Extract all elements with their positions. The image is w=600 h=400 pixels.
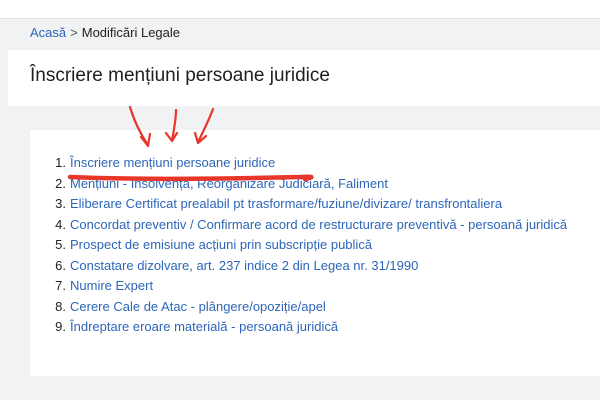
list-item: 6. Constatare dizolvare, art. 237 indice … xyxy=(52,256,567,277)
item-number: 6. xyxy=(55,257,66,273)
menu-link[interactable]: Concordat preventiv / Confirmare acord d… xyxy=(70,217,567,232)
breadcrumb-separator: > xyxy=(70,25,78,40)
menu-link[interactable]: Eliberare Certificat prealabil pt trasfo… xyxy=(70,196,502,211)
breadcrumb-home-link[interactable]: Acasă xyxy=(30,25,66,40)
menu-link[interactable]: Îndreptare eroare materială - persoană j… xyxy=(70,319,338,334)
menu-link[interactable]: Constatare dizolvare, art. 237 indice 2 … xyxy=(70,258,418,273)
item-number: 2. xyxy=(55,175,66,191)
menu-link[interactable]: Numire Expert xyxy=(70,278,153,293)
list-item: 5. Prospect de emisiune acțiuni prin subs… xyxy=(52,235,567,256)
list-item: 1. Înscriere mențiuni persoane juridice xyxy=(52,153,567,174)
item-number: 7. xyxy=(55,278,66,293)
list-item: 4. Concordat preventiv / Confirmare acord… xyxy=(52,215,567,236)
item-number: 3. xyxy=(55,196,66,211)
breadcrumb: Acasă > Modificări Legale xyxy=(30,25,180,40)
menu-link[interactable]: Prospect de emisiune acțiuni prin subscr… xyxy=(70,237,372,252)
list-item: 8. Cerere Cale de Atac - plângere/opoziți… xyxy=(52,297,567,318)
item-number: 9. xyxy=(55,319,66,334)
list-item: 3. Eliberare Certificat prealabil pt tras… xyxy=(52,194,567,215)
list-item: 2. Mențiuni - Insolvență, Reorganizare Ju… xyxy=(52,174,567,195)
list-item: 7. Numire Expert xyxy=(52,276,567,297)
page-header: Înscriere mențiuni persoane juridice xyxy=(8,50,600,106)
page-title: Înscriere mențiuni persoane juridice xyxy=(30,65,330,86)
menu-link[interactable]: Mențiuni - Insolvență, Reorganizare Judi… xyxy=(70,176,388,191)
item-number: 5. xyxy=(55,237,66,252)
item-number: 8. xyxy=(55,298,66,314)
item-number: 4. xyxy=(55,216,66,232)
top-bar xyxy=(0,0,600,19)
item-number: 1. xyxy=(55,155,66,170)
menu-list: 1. Înscriere mențiuni persoane juridice 2… xyxy=(52,153,567,338)
breadcrumb-current: Modificări Legale xyxy=(81,25,181,40)
list-item: 9. Îndreptare eroare materială - persoană… xyxy=(52,317,567,338)
menu-link[interactable]: Cerere Cale de Atac - plângere/opoziție/… xyxy=(70,299,326,314)
menu-link[interactable]: Înscriere mențiuni persoane juridice xyxy=(70,155,275,170)
content-panel: 1. Înscriere mențiuni persoane juridice 2… xyxy=(30,130,600,376)
